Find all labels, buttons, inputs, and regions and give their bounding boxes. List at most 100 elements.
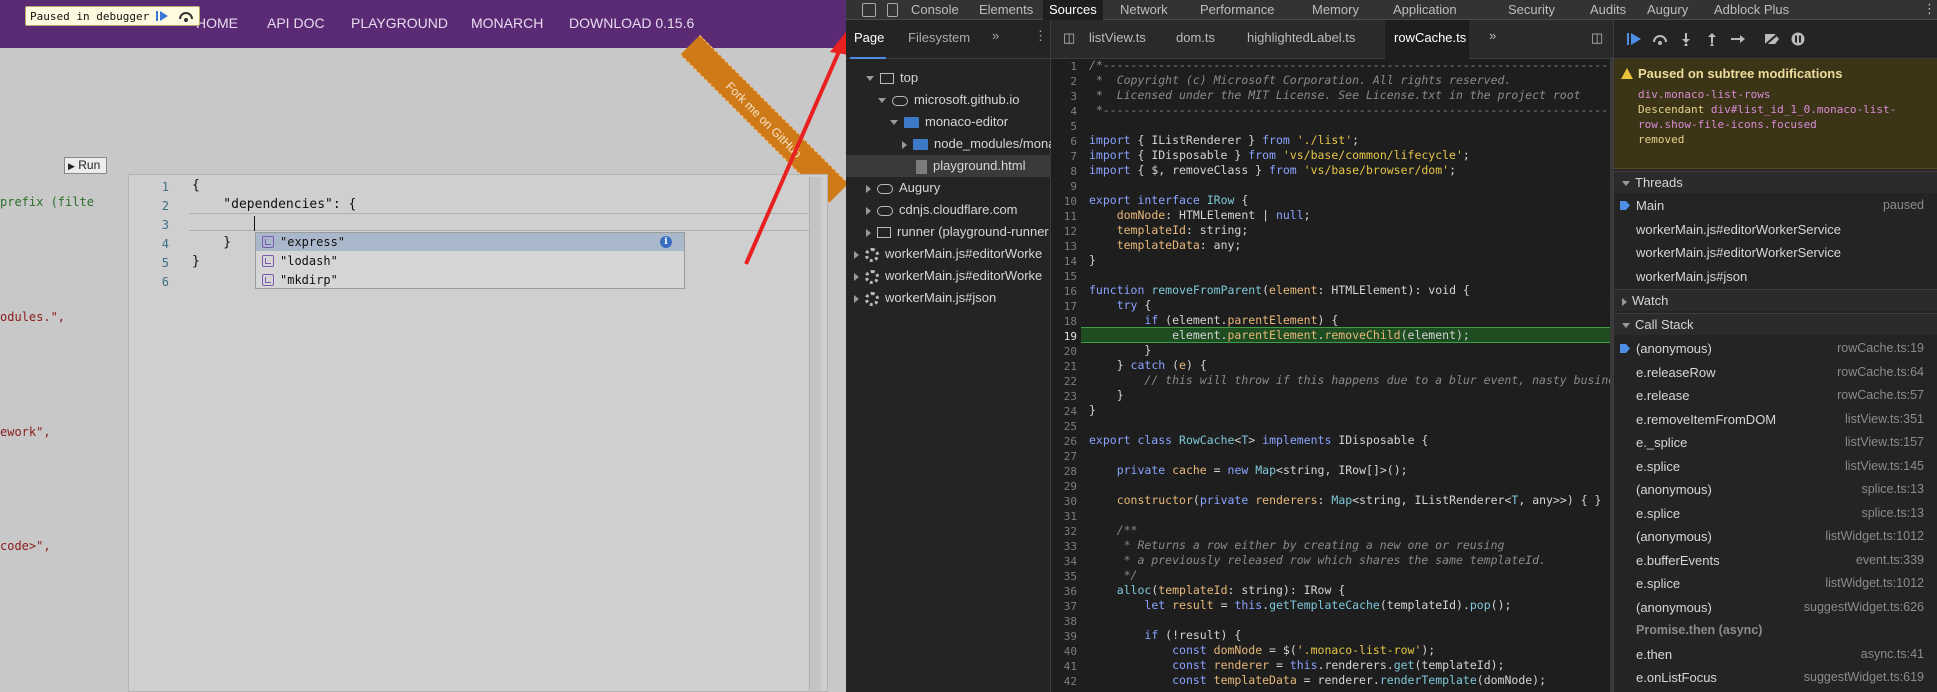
info-icon[interactable]: i [660, 236, 672, 248]
callframe-row[interactable]: e.removeItemFromDOM listView.ts:351 [1614, 408, 1937, 432]
nav-download[interactable]: DOWNLOAD 0.15.6 [569, 15, 694, 31]
deactivate-breakpoints-icon[interactable] [1763, 31, 1781, 47]
expand-icon[interactable] [878, 98, 886, 104]
callframe-location[interactable]: rowCache.ts:57 [1837, 384, 1924, 408]
code-line-number[interactable]: 5 [1051, 120, 1077, 133]
code-line-number[interactable]: 8 [1051, 165, 1077, 178]
nav-playground[interactable]: PLAYGROUND [351, 15, 448, 31]
devtools-tab-elements[interactable]: Elements [979, 0, 1033, 20]
callframe-location[interactable]: listView.ts:351 [1845, 408, 1924, 432]
tab-dom[interactable]: dom.ts [1176, 30, 1215, 45]
code-line-number[interactable]: 34 [1051, 555, 1077, 568]
devtools-tab-console[interactable]: Console [911, 0, 959, 20]
collapse-icon[interactable] [854, 272, 859, 281]
tab-filesystem[interactable]: Filesystem [908, 30, 970, 45]
tree-item[interactable]: runner (playground-runner [846, 221, 1051, 243]
watch-section-header[interactable]: Watch [1614, 289, 1937, 311]
more-tabs-icon[interactable]: » [992, 28, 999, 43]
step-over-icon[interactable] [177, 9, 195, 23]
step-out-icon[interactable] [1704, 32, 1720, 47]
tree-item[interactable]: cdnjs.cloudflare.com [846, 199, 1051, 221]
nav-api-doc[interactable]: API DOC [267, 15, 325, 31]
code-line-number[interactable]: 27 [1051, 450, 1077, 463]
code-line-number[interactable]: 21 [1051, 360, 1077, 373]
thread-row[interactable]: workerMain.js#json [1614, 265, 1937, 289]
callframe-row[interactable]: e.then async.ts:41 [1614, 643, 1937, 667]
devtools-tab-network[interactable]: Network [1120, 0, 1168, 20]
toggle-debugger-icon[interactable]: ◫ [1591, 30, 1603, 46]
source-code-view[interactable]: 1 2 3 4 5 6 7 8 9 10 11 12 13 14 15 16 17 18 19 20 21 22 23 24 2… [1051, 59, 1613, 692]
code-line-number[interactable]: 29 [1051, 480, 1077, 493]
thread-row[interactable]: workerMain.js#editorWorkerService [1614, 218, 1937, 242]
callframe-location[interactable]: listView.ts:157 [1845, 431, 1924, 455]
playground-code-editor[interactable]: 123456 { "dependencies": { }} "express" "… [128, 174, 828, 692]
step-over-icon[interactable] [1652, 32, 1668, 46]
code-line-number[interactable]: 41 [1051, 660, 1077, 673]
callframe-row[interactable]: (anonymous) splice.ts:13 [1614, 478, 1937, 502]
tree-item[interactable]: microsoft.github.io [846, 89, 1051, 111]
tree-item[interactable]: workerMain.js#editorWorke [846, 243, 1051, 265]
code-line-number[interactable]: 38 [1051, 615, 1077, 628]
callframe-row[interactable]: e.bufferEvents event.ts:339 [1614, 549, 1937, 573]
devtools-tab-augury[interactable]: Augury [1647, 0, 1688, 20]
code-line-number[interactable]: 37 [1051, 600, 1077, 613]
code-line-number[interactable]: 39 [1051, 630, 1077, 643]
code-line-number[interactable]: 17 [1051, 300, 1077, 313]
code-line-number[interactable]: 4 [1051, 105, 1077, 118]
callframe-location[interactable]: listWidget.ts:1012 [1825, 572, 1924, 596]
callframe-row[interactable]: e.splice splice.ts:13 [1614, 502, 1937, 526]
suggest-widget[interactable]: "express" "lodash" "mkdirp" i [255, 232, 685, 289]
editor-scrollbar[interactable] [809, 177, 821, 691]
code-line-number[interactable]: 19 [1051, 330, 1077, 343]
nav-home[interactable]: HOME [196, 15, 238, 31]
callframe-row[interactable]: e._splice listView.ts:157 [1614, 431, 1937, 455]
code-line-number[interactable]: 20 [1051, 345, 1077, 358]
more-source-tabs-icon[interactable]: » [1489, 28, 1496, 43]
toggle-navigator-icon[interactable]: ◫ [1063, 30, 1075, 46]
device-toolbar-icon[interactable] [887, 3, 898, 17]
devtools-tab-performance[interactable]: Performance [1200, 0, 1274, 20]
code-line-number[interactable]: 42 [1051, 675, 1077, 688]
suggest-item[interactable]: "express" [256, 233, 684, 251]
paused-target-node[interactable]: div.monaco-list-rows [1638, 87, 1930, 102]
collapse-icon[interactable] [866, 228, 871, 237]
code-line-number[interactable]: 36 [1051, 585, 1077, 598]
callframe-row[interactable]: e.splice listView.ts:145 [1614, 455, 1937, 479]
suggest-item[interactable]: "lodash" [256, 252, 684, 270]
callframe-location[interactable]: rowCache.ts:19 [1837, 337, 1924, 361]
suggest-item[interactable]: "mkdirp" [256, 271, 684, 289]
tree-item[interactable]: monaco-editor [846, 111, 1051, 133]
inspect-element-icon[interactable] [862, 3, 876, 17]
expand-icon[interactable] [866, 76, 874, 82]
code-line-number[interactable]: 24 [1051, 405, 1077, 418]
code-line-number[interactable]: 11 [1051, 210, 1077, 223]
devtools-tab-application[interactable]: Application [1393, 0, 1457, 20]
code-line-number[interactable]: 15 [1051, 270, 1077, 283]
tab-listview[interactable]: listView.ts [1089, 30, 1146, 45]
code-line-number[interactable]: 6 [1051, 135, 1077, 148]
nav-monarch[interactable]: MONARCH [471, 15, 543, 31]
collapse-icon[interactable] [866, 206, 871, 215]
run-button[interactable]: ▶ Run [64, 157, 107, 174]
code-line-number[interactable]: 12 [1051, 225, 1077, 238]
code-line-number[interactable]: 23 [1051, 390, 1077, 403]
callframe-location[interactable]: rowCache.ts:64 [1837, 361, 1924, 385]
code-line-number[interactable]: 3 [1051, 90, 1077, 103]
code-line-number[interactable]: 32 [1051, 525, 1077, 538]
resume-icon[interactable] [154, 9, 172, 23]
code-line-number[interactable]: 1 [1051, 60, 1077, 73]
code-line-number[interactable]: 16 [1051, 285, 1077, 298]
tree-item[interactable]: workerMain.js#editorWorke [846, 265, 1051, 287]
callframe-row[interactable]: (anonymous) listWidget.ts:1012 [1614, 525, 1937, 549]
code-line-number[interactable]: 31 [1051, 510, 1077, 523]
code-line-number[interactable]: 40 [1051, 645, 1077, 658]
callframe-location[interactable]: async.ts:41 [1861, 643, 1924, 667]
devtools-tab-adblock-plus[interactable]: Adblock Plus [1714, 0, 1789, 20]
tree-item[interactable]: playground.html [846, 155, 1051, 177]
collapse-icon[interactable] [866, 184, 871, 193]
thread-row[interactable]: Main paused [1614, 194, 1937, 218]
callframe-location[interactable]: splice.ts:13 [1861, 502, 1924, 526]
callframe-row[interactable]: (anonymous) suggestWidget.ts:626 [1614, 596, 1937, 620]
navigator-menu-icon[interactable]: ⋮ [1034, 28, 1047, 44]
callframe-location[interactable]: listView.ts:145 [1845, 455, 1924, 479]
